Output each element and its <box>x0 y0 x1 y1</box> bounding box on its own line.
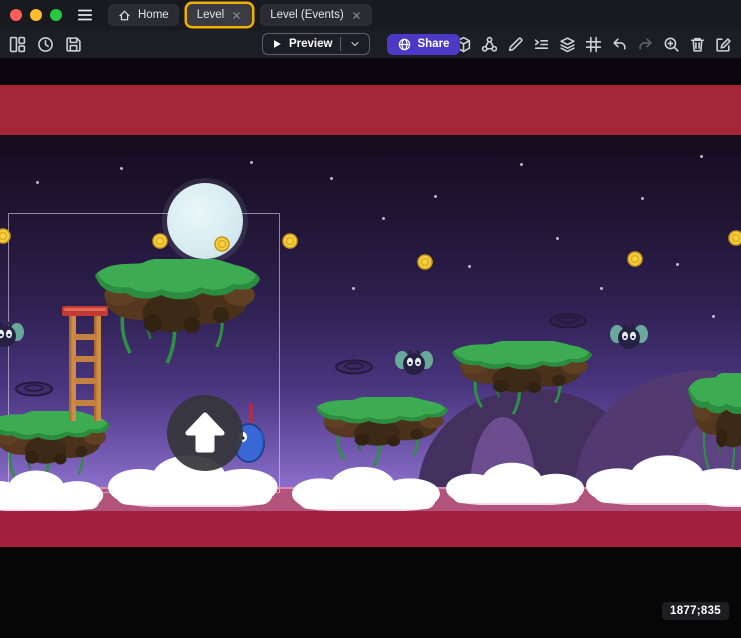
coin[interactable] <box>214 236 230 252</box>
scene-canvas[interactable]: 1877;835 <box>0 59 741 638</box>
flying-enemy[interactable] <box>395 347 433 379</box>
save-icon[interactable] <box>65 36 82 53</box>
undo-icon[interactable] <box>611 36 628 53</box>
toolbar-left <box>9 36 82 53</box>
cloud[interactable] <box>0 467 105 511</box>
layout-panels-icon[interactable] <box>9 36 26 53</box>
close-icon[interactable] <box>231 10 242 21</box>
floating-island[interactable] <box>95 259 260 367</box>
preview-button[interactable]: Preview <box>262 33 370 55</box>
bottom-black-area <box>0 547 741 638</box>
tab-label: Home <box>138 9 169 21</box>
cursor-coordinates: 1877;835 <box>662 602 729 620</box>
close-icon[interactable] <box>351 10 362 21</box>
instances-icon[interactable] <box>481 36 498 53</box>
zoom-window-button[interactable] <box>50 9 62 21</box>
star <box>330 177 333 180</box>
floating-island[interactable] <box>452 341 592 417</box>
flying-enemy[interactable] <box>610 321 648 353</box>
close-window-button[interactable] <box>10 9 22 21</box>
floating-island[interactable] <box>316 397 448 469</box>
cloud[interactable] <box>700 465 741 507</box>
home-icon <box>118 9 131 22</box>
app-window: Home Level Level (Events) Preview Share 18… <box>0 0 741 637</box>
menu-icon[interactable] <box>76 6 94 24</box>
red-banner-block[interactable] <box>0 85 741 135</box>
touch-up-arrow-button[interactable] <box>167 395 243 471</box>
star <box>641 197 644 200</box>
trash-icon[interactable] <box>689 36 706 53</box>
coin[interactable] <box>728 230 741 246</box>
redo-icon[interactable] <box>637 36 654 53</box>
history-icon[interactable] <box>37 36 54 53</box>
ground-red-strip[interactable] <box>0 511 741 547</box>
cloud[interactable] <box>292 463 442 511</box>
coin[interactable] <box>282 233 298 249</box>
star <box>382 217 385 220</box>
tab-label: Level <box>197 9 225 21</box>
star <box>520 163 523 166</box>
star <box>556 237 559 240</box>
window-controls <box>10 9 62 21</box>
flying-enemy[interactable] <box>0 319 24 351</box>
tab-level-events[interactable]: Level (Events) <box>260 4 372 26</box>
grid-icon[interactable] <box>585 36 602 53</box>
toolbar: Preview Share <box>0 30 741 59</box>
edit-scene-icon[interactable] <box>715 36 732 53</box>
edit-icon[interactable] <box>507 36 524 53</box>
star <box>434 195 437 198</box>
star <box>700 155 703 158</box>
properties-icon[interactable] <box>533 36 550 53</box>
divider <box>340 37 341 51</box>
tab-label: Level (Events) <box>270 9 344 21</box>
tab-home[interactable]: Home <box>108 4 179 26</box>
globe-icon <box>398 38 411 51</box>
zoom-in-icon[interactable] <box>663 36 680 53</box>
coin[interactable] <box>627 251 643 267</box>
dark-strip <box>0 135 741 153</box>
top-black-strip <box>0 59 741 85</box>
layers-icon[interactable] <box>559 36 576 53</box>
star <box>600 287 603 290</box>
cloud[interactable] <box>446 459 586 505</box>
spawn-ring[interactable] <box>334 359 374 375</box>
coin[interactable] <box>417 254 433 270</box>
moon[interactable] <box>167 183 243 259</box>
play-icon <box>271 38 283 50</box>
star <box>712 315 715 318</box>
toolbar-center: Preview Share <box>262 30 460 58</box>
minimize-window-button[interactable] <box>30 9 42 21</box>
coin[interactable] <box>152 233 168 249</box>
ladder[interactable] <box>62 306 108 421</box>
toolbar-right <box>455 36 732 53</box>
star <box>468 265 471 268</box>
star <box>36 181 39 184</box>
title-bar: Home Level Level (Events) <box>0 0 741 30</box>
share-label: Share <box>417 38 449 50</box>
preview-label: Preview <box>289 38 332 50</box>
spawn-ring[interactable] <box>548 313 588 329</box>
chevron-down-icon[interactable] <box>349 38 361 50</box>
star <box>352 287 355 290</box>
coin[interactable] <box>0 228 11 244</box>
share-button[interactable]: Share <box>387 34 460 55</box>
star <box>676 263 679 266</box>
star <box>120 167 123 170</box>
tab-level[interactable]: Level <box>187 4 253 26</box>
star <box>250 161 253 164</box>
tab-bar: Home Level Level (Events) <box>108 4 372 26</box>
